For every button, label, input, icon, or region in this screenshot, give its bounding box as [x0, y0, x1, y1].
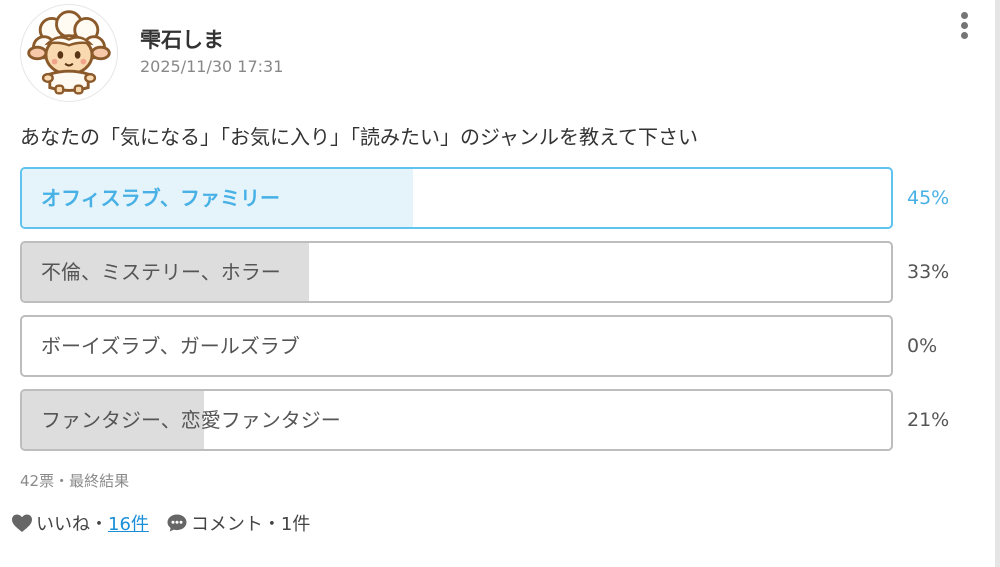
- poll-option-percent: 21%: [907, 409, 950, 431]
- poll-option[interactable]: オフィスラブ、ファミリー: [20, 167, 893, 229]
- poll-option[interactable]: ボーイズラブ、ガールズラブ: [20, 315, 893, 377]
- reaction-bar: いいね・ 16件 コメント・1件: [10, 509, 310, 537]
- right-edge-border: [995, 0, 1000, 567]
- poll-option[interactable]: ファンタジー、恋愛ファンタジー: [20, 389, 893, 451]
- vote-summary: 42票・最終結果: [20, 472, 130, 490]
- menu-dot: [961, 32, 968, 39]
- sheep-avatar-icon: [27, 10, 111, 95]
- poll-option-label: ボーイズラブ、ガールズラブ: [41, 334, 300, 358]
- poll-option-percent: 33%: [907, 261, 950, 283]
- poll-option-label: 不倫、ミステリー、ホラー: [41, 260, 281, 284]
- post-timestamp: 2025/11/30 17:31: [140, 57, 284, 76]
- comment-label[interactable]: コメント・1件: [191, 510, 310, 536]
- heart-icon[interactable]: [10, 511, 34, 535]
- like-count-link[interactable]: 16件: [108, 510, 149, 536]
- poll-option-label: オフィスラブ、ファミリー: [41, 186, 280, 210]
- like-label[interactable]: いいね・: [36, 510, 108, 536]
- menu-dot: [961, 12, 968, 19]
- poll-question: あなたの「気になる」「お気に入り」「読みたい」のジャンルを教えて下さい: [20, 125, 698, 149]
- poll-option-percent: 45%: [907, 187, 950, 209]
- author-name[interactable]: 雫石しま: [140, 26, 224, 54]
- menu-dot: [961, 22, 968, 29]
- speech-bubble-icon[interactable]: [165, 511, 189, 535]
- kebab-menu-icon[interactable]: [953, 10, 977, 40]
- poll-option[interactable]: 不倫、ミステリー、ホラー: [20, 241, 893, 303]
- avatar[interactable]: [20, 4, 118, 102]
- poll-option-percent: 0%: [907, 335, 938, 357]
- poll-option-label: ファンタジー、恋愛ファンタジー: [41, 408, 341, 432]
